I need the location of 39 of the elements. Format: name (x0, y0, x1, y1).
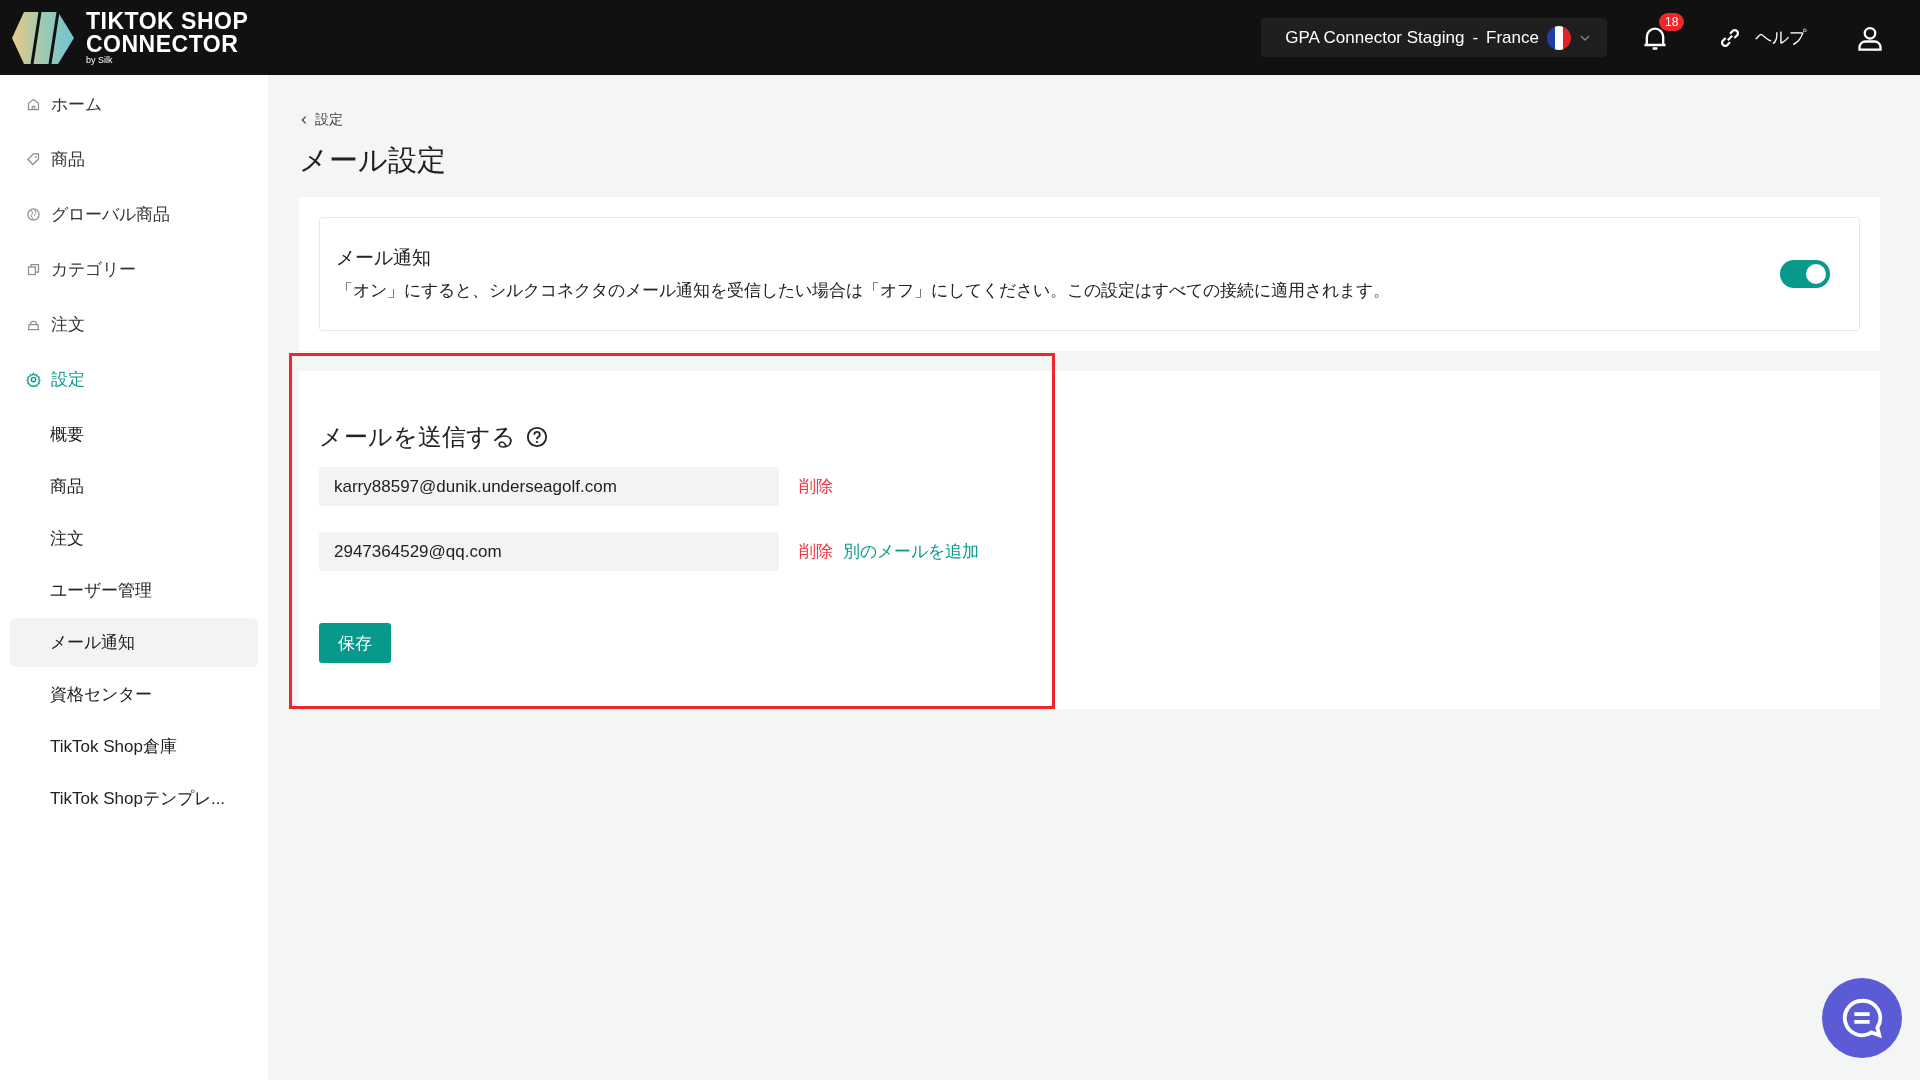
notification-badge: 18 (1659, 12, 1685, 31)
home-icon (26, 97, 41, 112)
setting-title: メール通知 (336, 246, 432, 270)
sidebar-subitem[interactable]: メール通知 (10, 618, 258, 667)
help-icon[interactable] (526, 426, 548, 448)
add-email-link[interactable]: 別のメールを追加 (843, 540, 979, 563)
logo-byline: by Silk (86, 56, 114, 65)
sidebar-subitem[interactable]: TikTok Shop倉庫 (10, 722, 258, 771)
sidebar-subitem[interactable]: 資格センター (10, 670, 258, 719)
sidebar-item[interactable]: 設定 (0, 352, 268, 407)
sidebar-item[interactable]: 商品 (0, 132, 268, 187)
page-title: メール設定 (299, 143, 447, 178)
email-input-field[interactable]: 2947364529@qq.com (319, 532, 779, 571)
sidebar-subitem[interactable]: 商品 (10, 462, 258, 511)
flag-icon (1547, 25, 1571, 50)
copy-icon (26, 262, 41, 277)
help-link[interactable]: ヘルプ (1717, 24, 1806, 51)
settings-icon (26, 372, 41, 387)
setting-description: 「オン」にすると、シルクコネクタのメール通知を受信したい場合は「オフ」にしてください。この設定はすべての接続に適用されます。 (336, 280, 1391, 302)
sidebar-subitem[interactable]: ユーザー管理 (10, 566, 258, 615)
sidebar-item[interactable]: カテゴリー (0, 242, 268, 297)
store-selector[interactable]: GPA Connector Staging - France (1261, 18, 1607, 57)
logo-text: TIKTOK SHOP (86, 10, 249, 33)
section-title: メールを送信する (319, 422, 516, 452)
sidebar-item[interactable]: 注文 (0, 297, 268, 352)
sidebar-subitem[interactable]: 注文 (10, 514, 258, 563)
delete-link[interactable]: 削除 (799, 475, 833, 498)
toggle-switch[interactable] (1780, 259, 1830, 288)
tag-icon (26, 152, 41, 167)
sidebar-subitem[interactable]: TikTok Shopテンプレ... (10, 774, 258, 823)
sidebar-item[interactable]: ホーム (0, 77, 268, 132)
chevron-left-icon (299, 115, 309, 125)
sidebar-item[interactable]: グローバル商品 (0, 187, 268, 242)
sidebar-subitem[interactable]: 概要 (10, 410, 258, 459)
delete-link[interactable]: 削除 (799, 540, 833, 563)
globe-icon (26, 207, 41, 222)
logo-text: CONNECTOR (86, 33, 240, 56)
back-link[interactable]: 設定 (299, 109, 343, 131)
email-input-field[interactable]: karry88597@dunik.underseagolf.com (319, 467, 779, 506)
